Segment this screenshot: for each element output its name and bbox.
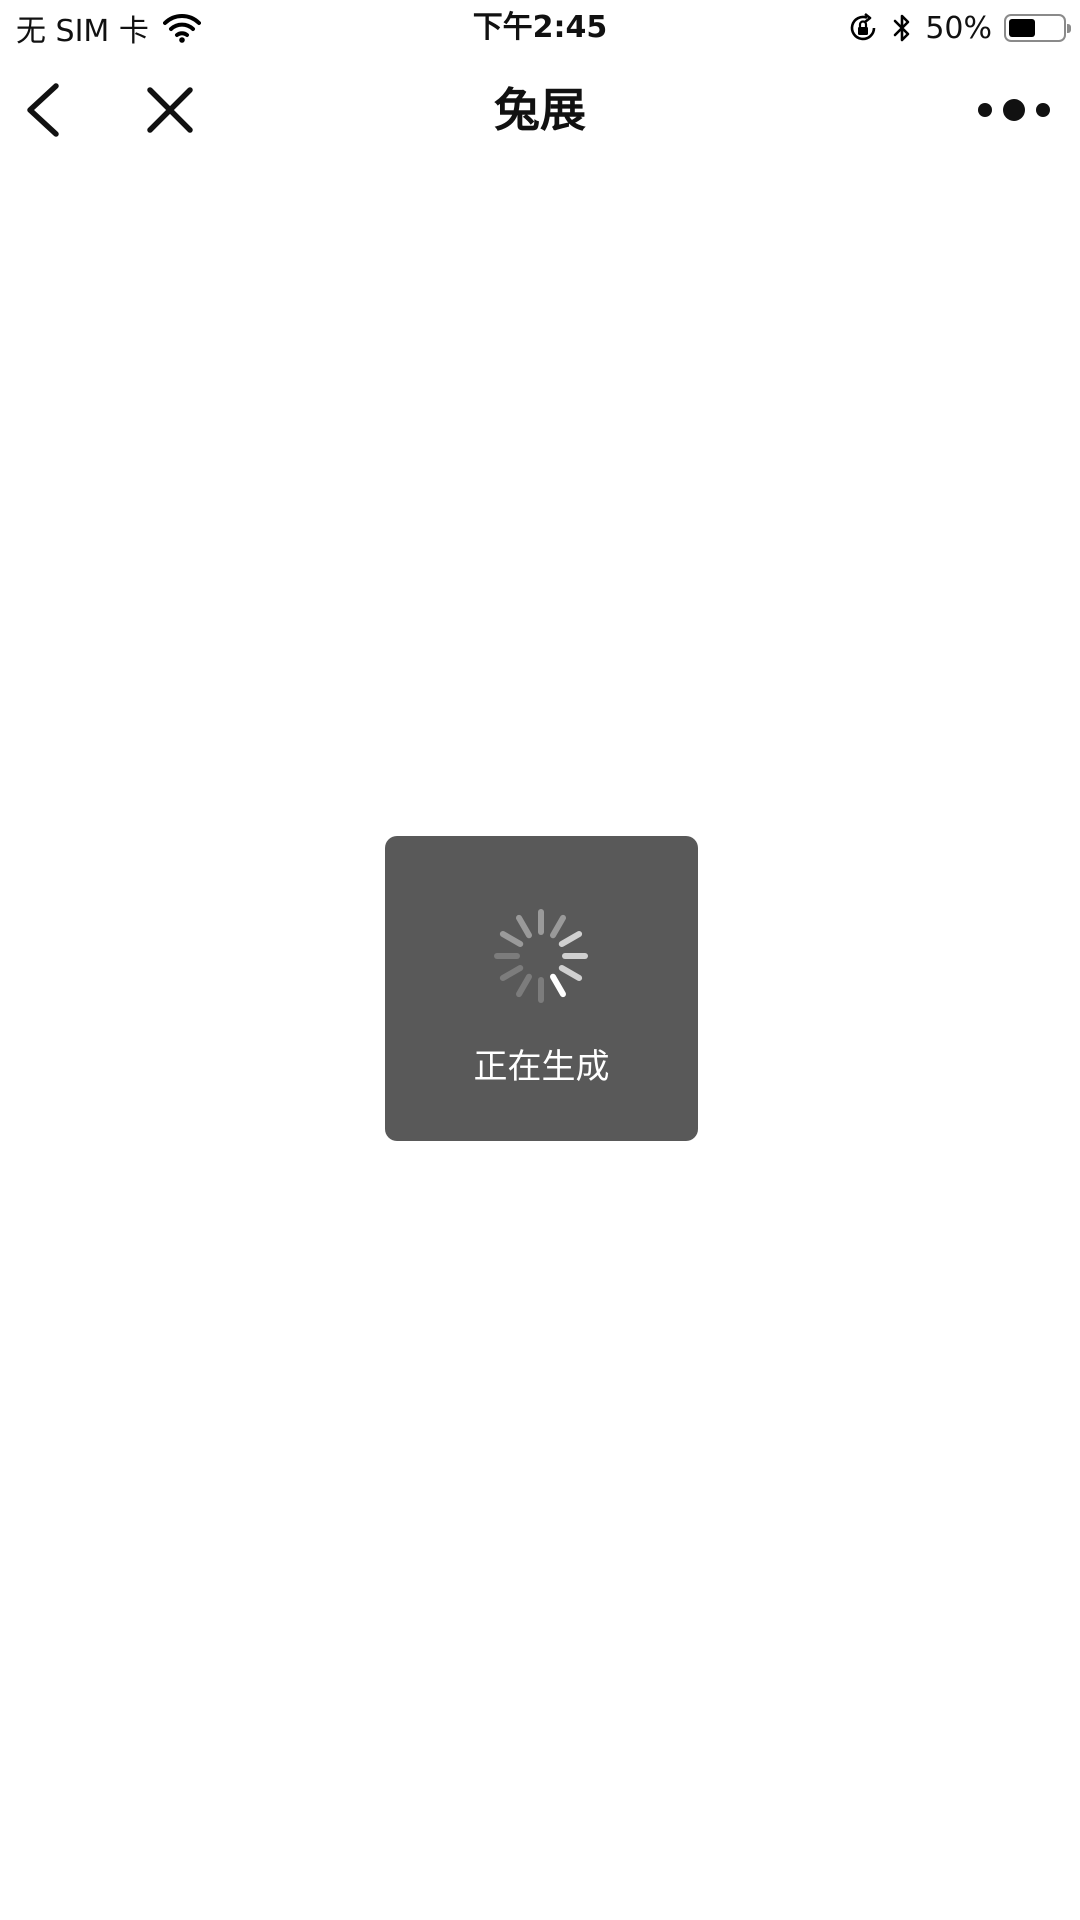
more-button[interactable]	[972, 84, 1056, 136]
spinner-spoke	[550, 914, 566, 939]
back-button[interactable]	[18, 80, 78, 140]
screen: 无 SIM 卡 下午2:45 50% 兔展 正在生成	[0, 0, 1080, 1920]
bluetooth-icon	[894, 14, 910, 42]
spinner-icon	[494, 909, 588, 1003]
battery-icon	[1004, 14, 1071, 42]
status-bar: 无 SIM 卡 下午2:45 50%	[0, 0, 1080, 56]
spinner-spoke	[499, 965, 524, 981]
spinner-spoke	[516, 973, 532, 998]
page-title: 兔展	[494, 83, 586, 137]
close-button[interactable]	[140, 80, 200, 140]
orientation-lock-icon	[851, 12, 876, 41]
loading-message: 正在生成	[473, 1047, 610, 1087]
battery-percent: 50%	[925, 10, 992, 46]
battery-cap	[1067, 24, 1071, 33]
spinner-spoke	[558, 931, 583, 947]
spinner-spoke	[558, 965, 583, 981]
nav-bar: 兔展	[0, 56, 1080, 164]
spinner-spoke	[516, 914, 532, 939]
loading-toast: 正在生成	[385, 836, 698, 1141]
more-dots-icon	[978, 99, 1050, 121]
battery-level	[1009, 19, 1035, 37]
close-icon	[147, 87, 193, 133]
spinner-spoke	[499, 931, 524, 947]
spinner-spoke	[550, 973, 566, 998]
back-chevron-icon	[27, 83, 59, 137]
status-right: 50%	[847, 8, 1071, 48]
